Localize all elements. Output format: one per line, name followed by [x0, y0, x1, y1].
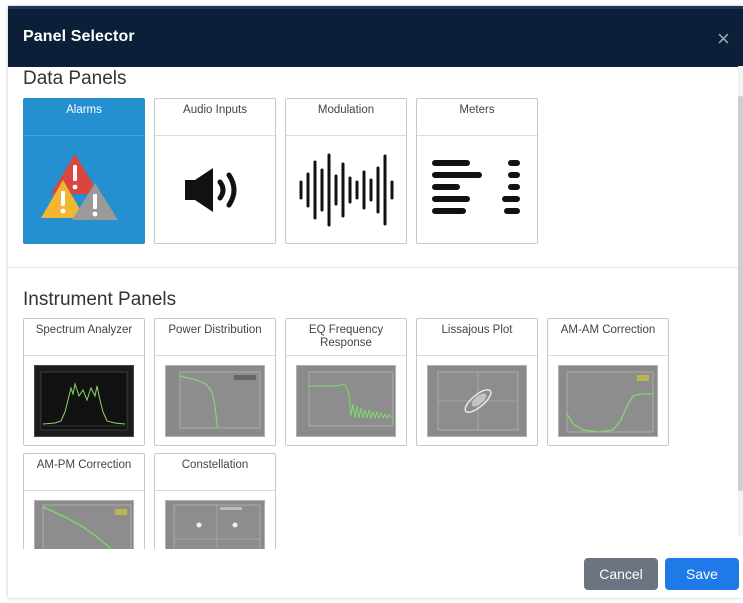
panel-card-eq-frequency-response[interactable]: EQ Frequency Response	[285, 318, 407, 446]
dialog-title: Panel Selector	[23, 28, 135, 45]
waveform-icon	[286, 136, 406, 243]
dialog-header: Panel Selector ×	[8, 6, 743, 67]
panel-card-audio-inputs[interactable]: Audio Inputs	[154, 98, 276, 244]
panel-card-power-distribution[interactable]: Power Distribution	[154, 318, 276, 446]
panel-card-label: EQ Frequency Response	[286, 319, 406, 356]
cancel-button[interactable]: Cancel	[584, 558, 658, 590]
alarms-icon	[24, 136, 144, 243]
scrollbar-thumb[interactable]	[738, 96, 743, 491]
panel-card-label: Audio Inputs	[155, 99, 275, 136]
panel-card-label: Spectrum Analyzer	[24, 319, 144, 356]
panel-card-am-am-correction[interactable]: AM-AM Correction	[547, 318, 669, 446]
panel-card-modulation[interactable]: Modulation	[285, 98, 407, 244]
panel-card-alarms[interactable]: Alarms	[23, 98, 145, 244]
panel-card-label: Modulation	[286, 99, 406, 136]
am-am-thumbnail	[558, 365, 658, 437]
am-pm-thumbnail	[34, 500, 134, 549]
section-divider	[8, 267, 743, 268]
instrument-panels-heading: Instrument Panels	[23, 289, 177, 310]
power-distribution-thumbnail	[165, 365, 265, 437]
panel-card-am-pm-correction[interactable]: AM-PM Correction	[23, 453, 145, 549]
panel-card-lissajous-plot[interactable]: Lissajous Plot	[416, 318, 538, 446]
panel-card-label: Meters	[417, 99, 537, 136]
spectrum-thumbnail	[34, 365, 134, 437]
constellation-thumbnail	[165, 500, 265, 549]
lissajous-thumbnail	[427, 365, 527, 437]
meters-icon	[417, 136, 537, 243]
dialog-body: Data Panels Alarms Audio Inputs Modulati…	[8, 64, 743, 549]
panel-card-label: Alarms	[24, 99, 144, 136]
save-button[interactable]: Save	[665, 558, 739, 590]
panel-card-label: Lissajous Plot	[417, 319, 537, 356]
data-panels-heading: Data Panels	[23, 68, 127, 89]
speaker-icon	[155, 136, 275, 243]
panel-card-constellation[interactable]: Constellation	[154, 453, 276, 549]
panel-card-meters[interactable]: Meters	[416, 98, 538, 244]
close-icon[interactable]: ×	[717, 28, 730, 50]
panel-card-label: Constellation	[155, 454, 275, 491]
panel-card-label: AM-AM Correction	[548, 319, 668, 356]
eq-response-thumbnail	[296, 365, 396, 437]
panel-card-label: AM-PM Correction	[24, 454, 144, 491]
panel-card-label: Power Distribution	[155, 319, 275, 356]
panel-selector-dialog: Panel Selector × Data Panels Alarms Audi…	[8, 6, 743, 598]
dialog-footer: Cancel Save	[8, 549, 743, 598]
panel-card-spectrum-analyzer[interactable]: Spectrum Analyzer	[23, 318, 145, 446]
